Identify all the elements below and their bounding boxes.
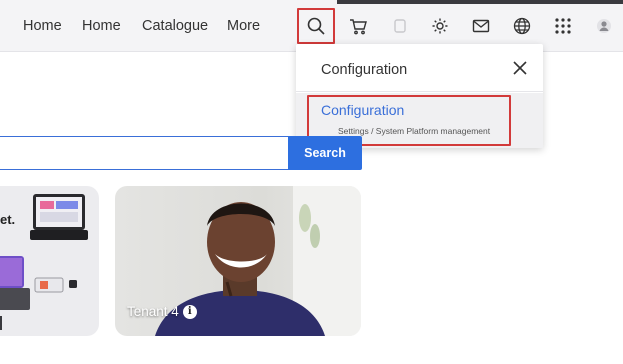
notification-icon[interactable] bbox=[388, 14, 412, 38]
info-icon[interactable]: i bbox=[182, 304, 197, 319]
tenant-tile[interactable]: Tenant 4 i bbox=[115, 186, 361, 336]
dropdown-title: Configuration bbox=[321, 62, 408, 78]
header-strip bbox=[337, 0, 623, 4]
globe-icon[interactable] bbox=[510, 14, 534, 38]
nav-link-more[interactable]: More bbox=[227, 18, 260, 34]
product-tile[interactable]: et. bbox=[0, 186, 99, 336]
mail-icon[interactable] bbox=[469, 14, 493, 38]
gear-icon[interactable] bbox=[428, 14, 452, 38]
avatar[interactable] bbox=[592, 14, 616, 38]
close-icon[interactable] bbox=[511, 59, 529, 77]
tenant-caption: Tenant 4 i bbox=[127, 304, 197, 319]
search-input[interactable] bbox=[0, 136, 288, 170]
dropdown-header: Configuration bbox=[296, 44, 543, 92]
grid-icon[interactable] bbox=[551, 14, 575, 38]
search-button[interactable]: Search bbox=[288, 136, 362, 170]
cart-icon[interactable] bbox=[346, 14, 370, 38]
search-dropdown-panel: Configuration Configuration Settings / S… bbox=[296, 44, 543, 148]
search-result-path: Settings / System Platform management bbox=[338, 126, 491, 136]
nav-link-home-2[interactable]: Home bbox=[82, 18, 121, 34]
devices-image bbox=[0, 194, 88, 330]
nav-link-home[interactable]: Home bbox=[23, 18, 62, 34]
search-result-title[interactable]: Configuration bbox=[321, 102, 404, 118]
nav-link-catalogue[interactable]: Catalogue bbox=[142, 18, 208, 34]
tenant-name: Tenant 4 bbox=[127, 304, 179, 319]
search-icon[interactable] bbox=[304, 14, 328, 38]
